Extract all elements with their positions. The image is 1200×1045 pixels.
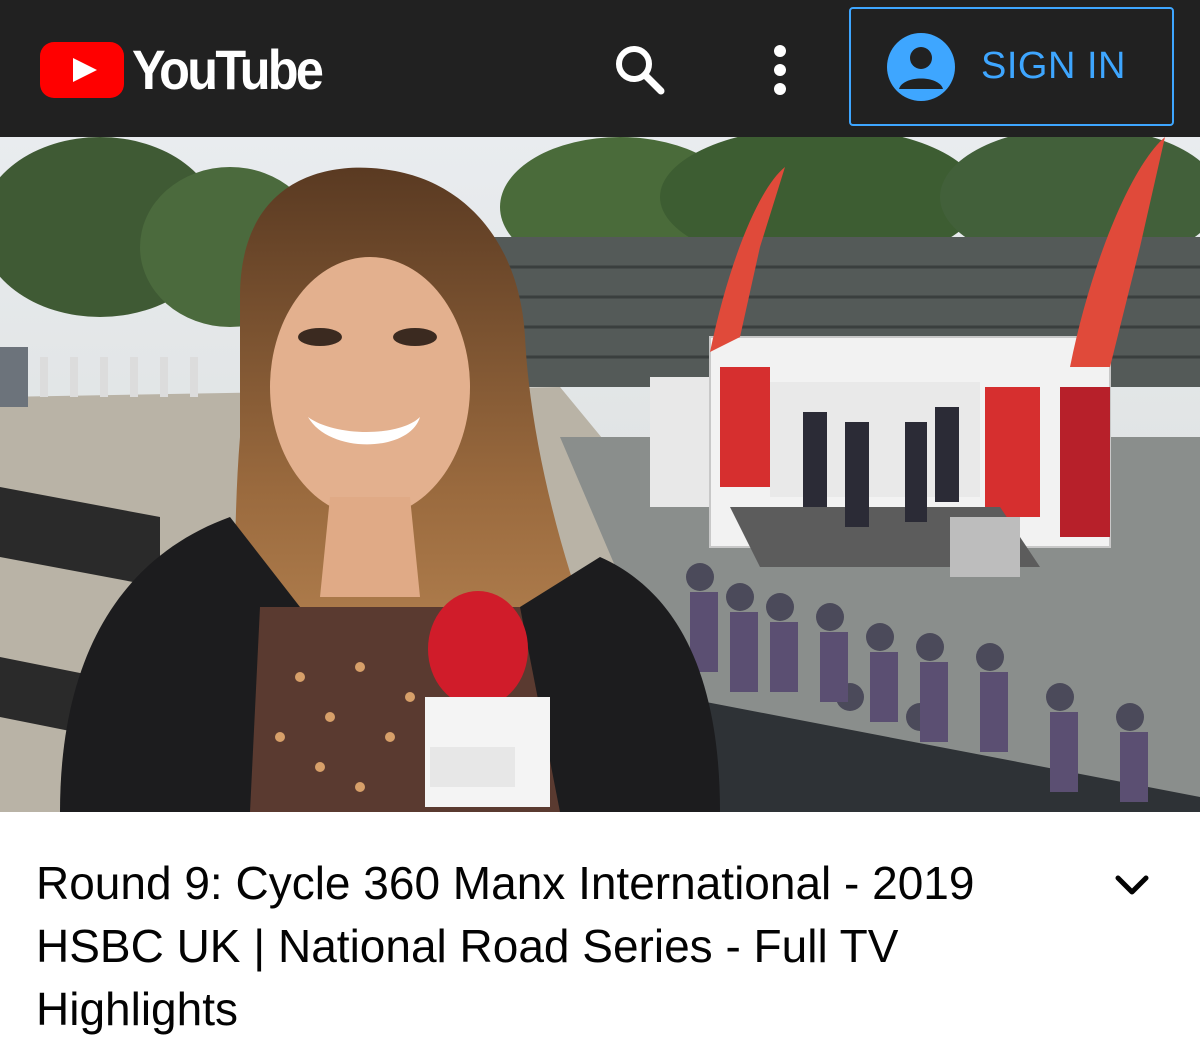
video-title-row[interactable]: Round 9: Cycle 360 Manx International - … (36, 852, 1136, 1041)
search-button[interactable] (600, 30, 680, 110)
brand-name: YouTube (132, 38, 324, 101)
top-app-bar: YouTube SIGN IN (0, 0, 1200, 137)
youtube-logo[interactable]: YouTube (40, 42, 342, 98)
more-vert-icon (774, 45, 786, 95)
youtube-logo-icon (40, 42, 124, 98)
sign-in-label: SIGN IN (981, 45, 1126, 87)
search-icon (616, 46, 665, 95)
video-title: Round 9: Cycle 360 Manx International - … (36, 857, 975, 1035)
sign-in-button[interactable]: SIGN IN (849, 7, 1174, 126)
chevron-down-icon[interactable] (1108, 862, 1156, 910)
video-player[interactable] (0, 137, 1200, 812)
more-options-button[interactable] (740, 30, 820, 110)
account-circle-icon (887, 32, 955, 101)
video-thumbnail (0, 137, 1200, 812)
